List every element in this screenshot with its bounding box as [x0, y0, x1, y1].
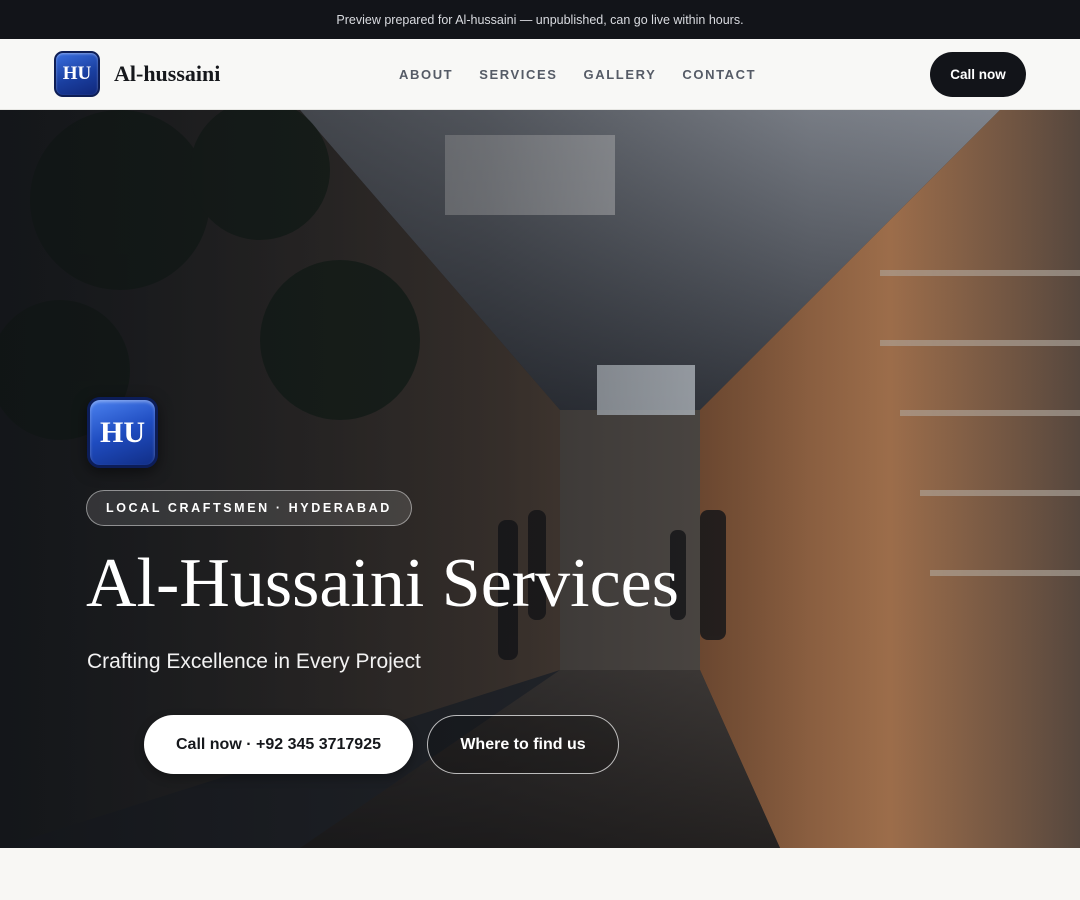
- hero-title: Al-Hussaini Services: [86, 545, 679, 622]
- hero-section: HU LOCAL CRAFTSMEN · HYDERABAD Al-Hussai…: [0, 110, 1080, 848]
- hero-logo: HU: [87, 397, 158, 468]
- brand-logo: HU: [54, 51, 100, 97]
- nav-link-contact[interactable]: CONTACT: [682, 67, 756, 82]
- preview-banner-text: Preview prepared for Al-hussaini — unpub…: [336, 12, 744, 27]
- brand-logo-text: HU: [62, 63, 92, 84]
- hero-eyebrow-text: LOCAL CRAFTSMEN · HYDERABAD: [106, 501, 392, 515]
- hero-subtitle: Crafting Excellence in Every Project: [87, 650, 421, 673]
- nav-link-about[interactable]: ABOUT: [399, 67, 453, 82]
- hero-logo-text: HU: [100, 415, 145, 449]
- nav-link-services[interactable]: SERVICES: [479, 67, 557, 82]
- hero-call-button[interactable]: Call now · +92 345 3717925: [144, 715, 413, 774]
- nav-call-now-button[interactable]: Call now: [930, 52, 1026, 97]
- next-section: [0, 848, 1080, 900]
- preview-banner: Preview prepared for Al-hussaini — unpub…: [0, 0, 1080, 39]
- hero-find-us-button[interactable]: Where to find us: [427, 715, 619, 774]
- brand[interactable]: HU Al-hussaini: [54, 51, 220, 97]
- top-nav: HU Al-hussaini ABOUT SERVICES GALLERY CO…: [0, 39, 1080, 110]
- nav-links: ABOUT SERVICES GALLERY CONTACT: [399, 39, 782, 110]
- brand-name: Al-hussaini: [114, 61, 221, 86]
- hero-eyebrow-badge: LOCAL CRAFTSMEN · HYDERABAD: [86, 490, 412, 526]
- nav-link-gallery[interactable]: GALLERY: [584, 67, 657, 82]
